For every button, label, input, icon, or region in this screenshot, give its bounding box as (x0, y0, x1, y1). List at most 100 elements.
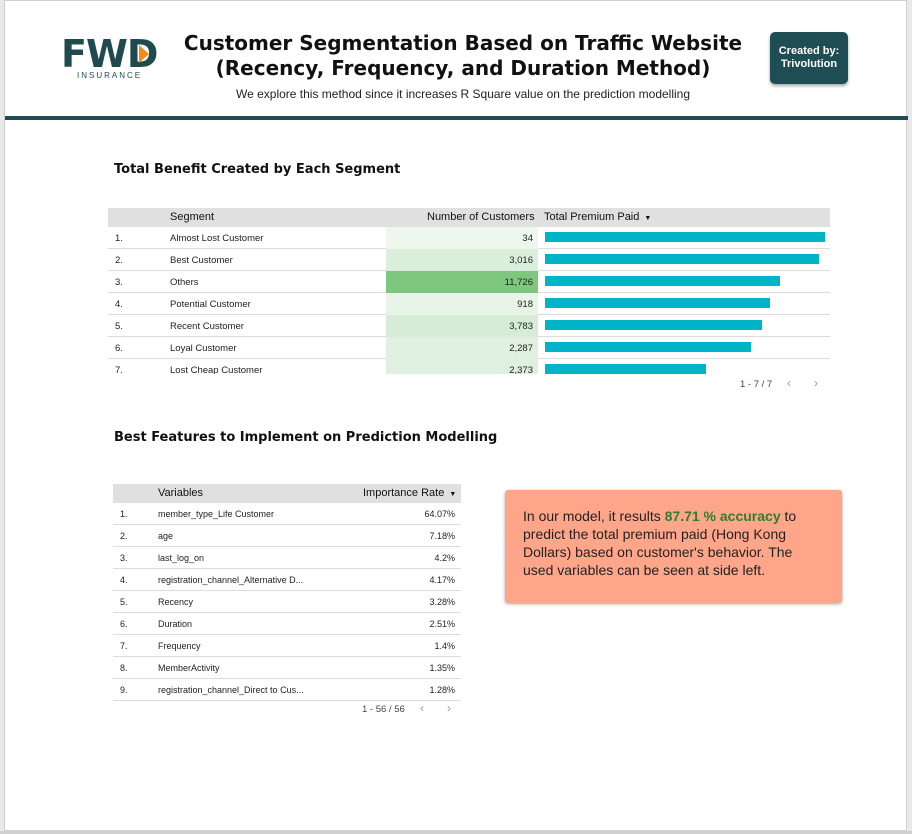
table-row[interactable]: 6. Duration 2.51% (113, 613, 461, 635)
segment-name: Recent Customer (170, 321, 244, 332)
features-next-page-icon[interactable]: › (447, 701, 451, 715)
badge-label: Created by: (778, 45, 840, 57)
row-index: 7. (120, 641, 128, 651)
importance-rate: 4.2% (434, 553, 455, 563)
accuracy-callout: In our model, it results 87.71 % accurac… (505, 490, 842, 603)
premium-bar (545, 298, 770, 308)
column-header-importance[interactable]: Importance Rate ▼ (363, 487, 456, 499)
variable-name: registration_channel_Alternative D... (158, 575, 304, 585)
variable-name: Duration (158, 619, 193, 629)
table-row[interactable]: 4. registration_channel_Alternative D... 4… (113, 569, 461, 591)
table-row[interactable]: 5. Recency 3.28% (113, 591, 461, 613)
row-index: 5. (120, 597, 128, 607)
segment-pager-label: 1 - 7 / 7 (740, 379, 773, 390)
sort-down-icon[interactable]: ▼ (644, 215, 651, 222)
customer-count: 3,783 (509, 321, 533, 332)
badge-author: Trivolution (780, 58, 838, 70)
segment-section-title: Total Benefit Created by Each Segment (114, 162, 401, 177)
sort-down-icon[interactable]: ▼ (449, 491, 456, 498)
variable-name: Recency (158, 597, 194, 607)
customers-heat-cell: 34 (386, 227, 538, 249)
importance-rate: 7.18% (429, 531, 455, 541)
variable-name: MemberActivity (158, 663, 220, 673)
customers-heat-cell: 11,726 (386, 271, 538, 293)
table-row[interactable]: 1. member_type_Life Customer 64.07% (113, 503, 461, 525)
customers-heat-cell: 3,016 (386, 249, 538, 271)
variable-name: member_type_Life Customer (158, 509, 275, 519)
logo-orange-mark-icon (139, 45, 149, 63)
segment-name: Potential Customer (170, 299, 251, 310)
table-row[interactable]: 3. Others 11,726 (108, 271, 830, 293)
column-header-segment[interactable]: Segment (170, 211, 214, 223)
importance-rate: 3.28% (429, 597, 455, 607)
importance-rate: 1.28% (429, 685, 455, 695)
premium-bar (545, 364, 706, 374)
variable-name: last_log_on (158, 553, 205, 563)
segment-name: Loyal Customer (170, 343, 237, 354)
customers-heat-cell: 918 (386, 293, 538, 315)
features-prev-page-icon[interactable]: ‹ (420, 701, 424, 715)
importance-rate: 1.4% (434, 641, 455, 651)
variable-name: age (158, 531, 174, 541)
segment-next-page-icon[interactable]: › (814, 376, 818, 390)
accuracy-highlight: 87.71 % accuracy (664, 508, 781, 524)
features-table-header: Variables Importance Rate ▼ (113, 484, 461, 503)
premium-bar (545, 254, 819, 264)
row-index: 9. (120, 685, 128, 695)
customer-count: 3,016 (509, 255, 533, 266)
table-row[interactable]: 9. registration_channel_Direct to Cus... 1… (113, 679, 461, 701)
page-subtitle: We explore this method since it increase… (235, 87, 691, 101)
column-header-premium[interactable]: Total Premium Paid ▼ (544, 211, 651, 223)
importance-rate: 4.17% (429, 575, 455, 585)
table-row[interactable]: 3. last_log_on 4.2% (113, 547, 461, 569)
importance-rate: 64.07% (424, 509, 455, 519)
variable-name: registration_channel_Direct to Cus... (158, 685, 304, 695)
created-by-badge: Created by: Trivolution (770, 32, 848, 84)
segment-name: Almost Lost Customer (170, 233, 264, 244)
row-index: 3. (120, 553, 128, 563)
row-index: 1. (120, 509, 128, 519)
importance-rate: 1.35% (429, 663, 455, 673)
customers-heat-cell: 2,287 (386, 337, 538, 359)
logo-subtext: INSURANCE (77, 71, 143, 80)
title-line-2: (Recency, Frequency, and Duration Method… (215, 56, 711, 80)
table-row[interactable]: 5. Recent Customer 3,783 (108, 315, 830, 337)
segment-name: Lost Cheap Customer (170, 365, 263, 374)
premium-bar (545, 232, 825, 242)
header-divider (5, 116, 908, 120)
segment-table: Segment Number of Customers Total Premiu… (108, 208, 830, 374)
column-header-customers[interactable]: Number of Customers (427, 211, 535, 223)
importance-rate: 2.51% (429, 619, 455, 629)
segment-prev-page-icon[interactable]: ‹ (787, 376, 791, 390)
row-index: 8. (120, 663, 128, 673)
table-row[interactable]: 2. age 7.18% (113, 525, 461, 547)
features-pager-label: 1 - 56 / 56 (362, 704, 405, 715)
segment-name: Others (170, 277, 199, 288)
table-row[interactable]: 4. Potential Customer 918 (108, 293, 830, 315)
row-index: 2. (120, 531, 128, 541)
table-row[interactable]: 7. Lost Cheap Customer 2,373 (108, 359, 830, 374)
customer-count: 2,287 (509, 343, 533, 354)
table-row[interactable]: 1. Almost Lost Customer 34 (108, 227, 830, 249)
importance-header-label: Importance Rate (363, 487, 445, 499)
premium-bar (545, 276, 780, 286)
row-index: 4. (120, 575, 128, 585)
segment-table-header: Segment Number of Customers Total Premiu… (108, 208, 830, 227)
fwd-logo: FWD INSURANCE (61, 35, 161, 83)
row-index: 5. (115, 321, 123, 332)
table-row[interactable]: 8. MemberActivity 1.35% (113, 657, 461, 679)
row-index: 1. (115, 233, 123, 244)
column-header-variables[interactable]: Variables (158, 487, 203, 499)
page-title: Customer Segmentation Based on Traffic W… (165, 31, 761, 81)
premium-header-label: Total Premium Paid (544, 211, 640, 223)
row-index: 7. (115, 365, 123, 374)
premium-bar (545, 320, 762, 330)
table-row[interactable]: 2. Best Customer 3,016 (108, 249, 830, 271)
table-row[interactable]: 6. Loyal Customer 2,287 (108, 337, 830, 359)
features-section-title: Best Features to Implement on Prediction… (114, 430, 498, 445)
table-row[interactable]: 7. Frequency 1.4% (113, 635, 461, 657)
segment-name: Best Customer (170, 255, 233, 266)
customers-heat-cell: 2,373 (386, 359, 538, 374)
customer-count: 2,373 (509, 365, 533, 374)
row-index: 6. (120, 619, 128, 629)
